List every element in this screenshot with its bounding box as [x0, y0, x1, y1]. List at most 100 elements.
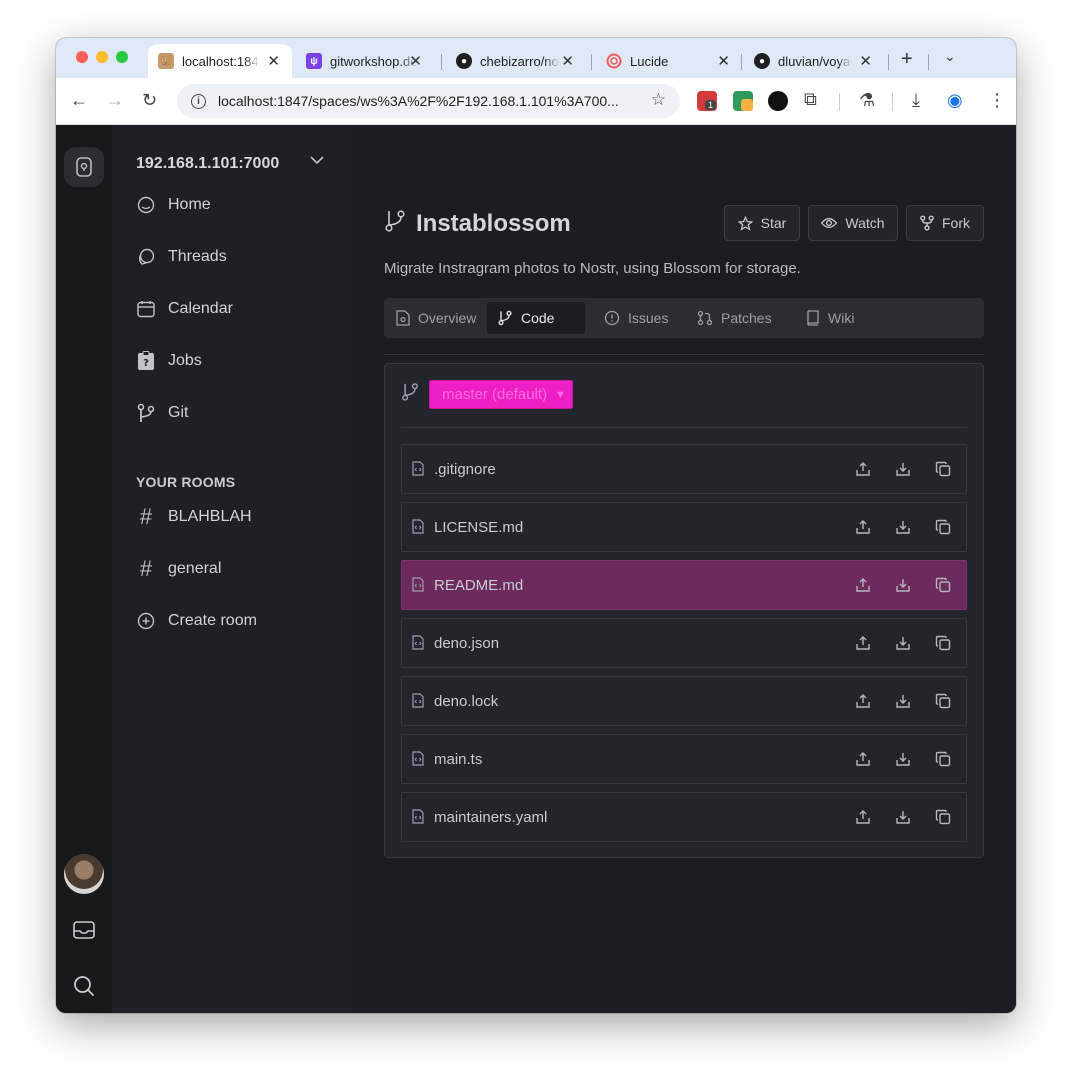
file-actions — [854, 576, 952, 594]
file-name[interactable]: main.ts — [434, 751, 482, 768]
create-room-button[interactable]: Create room — [136, 607, 257, 635]
tab-issues[interactable]: Issues — [594, 302, 678, 334]
browser-tab-2[interactable]: ψ gitworkshop.dev ✕ — [296, 44, 434, 78]
file-name[interactable]: .gitignore — [434, 461, 496, 478]
extensions-puzzle-icon[interactable]: ⧉ — [804, 89, 817, 110]
share-icon[interactable] — [854, 692, 872, 710]
chevron-down-icon[interactable] — [310, 151, 324, 167]
forward-arrow-icon[interactable]: → — [106, 90, 124, 111]
maximize-window-button[interactable] — [116, 51, 128, 63]
labs-flask-icon[interactable]: ⚗ — [859, 90, 875, 111]
room-item-general[interactable]: # general — [136, 555, 222, 583]
home-icon — [136, 195, 156, 215]
nav-item-threads[interactable]: Threads — [136, 243, 227, 271]
github-favicon-icon: ● — [456, 53, 472, 69]
close-tab-icon[interactable]: ✕ — [561, 52, 574, 70]
file-row[interactable]: main.ts — [401, 734, 967, 784]
profile-icon[interactable]: ◉ — [947, 90, 963, 111]
download-icon[interactable] — [894, 692, 912, 710]
file-row[interactable]: maintainers.yaml — [401, 792, 967, 842]
nav-item-jobs[interactable]: ? Jobs — [136, 347, 202, 375]
close-window-button[interactable] — [76, 51, 88, 63]
fork-label: Fork — [942, 215, 970, 231]
copy-icon[interactable] — [934, 750, 952, 768]
space-lock-icon[interactable] — [64, 147, 104, 187]
browser-tab-1[interactable]: 🐒 localhost:1847 ✕ — [148, 44, 292, 78]
star-button[interactable]: Star — [724, 205, 800, 241]
search-icon[interactable] — [64, 966, 104, 1006]
copy-icon[interactable] — [934, 692, 952, 710]
file-name[interactable]: README.md — [434, 577, 523, 594]
nav-item-git[interactable]: Git — [136, 399, 188, 427]
server-name[interactable]: 192.168.1.101:7000 — [136, 155, 279, 173]
close-tab-icon[interactable]: ✕ — [717, 52, 730, 70]
share-icon[interactable] — [854, 808, 872, 826]
git-branch-icon — [498, 310, 512, 326]
tab-code[interactable]: Code — [487, 302, 585, 334]
extension-black-icon[interactable] — [768, 91, 788, 111]
user-avatar[interactable] — [64, 854, 104, 894]
tab-wiki[interactable]: Wiki — [796, 302, 864, 334]
branch-selector-row: master (default) ▼ — [401, 380, 573, 409]
copy-icon[interactable] — [934, 460, 952, 478]
file-row[interactable]: README.md — [401, 560, 967, 610]
rooms-heading: YOUR ROOMS — [136, 474, 236, 490]
file-name[interactable]: maintainers.yaml — [434, 809, 547, 826]
nav-item-home[interactable]: Home — [136, 191, 211, 219]
browser-tab-5[interactable]: ● dluvian/voyage ✕ — [744, 44, 884, 78]
download-icon[interactable] — [894, 750, 912, 768]
copy-icon[interactable] — [934, 518, 952, 536]
share-icon[interactable] — [854, 576, 872, 594]
extension-green-icon[interactable] — [733, 91, 753, 111]
tab-search-chevron-icon[interactable]: ⌄ — [944, 48, 956, 65]
room-item-blahblah[interactable]: # BLAHBLAH — [136, 503, 252, 531]
download-icon[interactable] — [894, 808, 912, 826]
file-row[interactable]: LICENSE.md — [401, 502, 967, 552]
download-icon[interactable] — [894, 576, 912, 594]
close-tab-icon[interactable]: ✕ — [409, 52, 422, 70]
extension-red-icon[interactable]: 1 — [697, 91, 717, 111]
file-row[interactable]: .gitignore — [401, 444, 967, 494]
address-bar[interactable]: i localhost:1847/spaces/ws%3A%2F%2F192.1… — [177, 84, 680, 118]
back-arrow-icon[interactable]: ← — [70, 90, 88, 111]
browser-menu-icon[interactable]: ⋮ — [988, 90, 1006, 111]
fork-button[interactable]: Fork — [906, 205, 984, 241]
download-icon[interactable]: ⤓ — [912, 90, 920, 111]
bookmark-star-icon[interactable]: ☆ — [651, 90, 666, 110]
browser-tab-3[interactable]: ● chebizarro/nostr ✕ — [446, 44, 586, 78]
reload-icon[interactable]: ↻ — [142, 90, 157, 111]
file-name[interactable]: deno.lock — [434, 693, 498, 710]
minimize-window-button[interactable] — [96, 51, 108, 63]
share-icon[interactable] — [854, 460, 872, 478]
copy-icon[interactable] — [934, 576, 952, 594]
new-tab-icon[interactable]: + — [901, 48, 913, 71]
download-icon[interactable] — [894, 460, 912, 478]
file-name[interactable]: LICENSE.md — [434, 519, 523, 536]
copy-icon[interactable] — [934, 808, 952, 826]
download-icon[interactable] — [894, 518, 912, 536]
share-icon[interactable] — [854, 634, 872, 652]
tab-overview[interactable]: Overview — [386, 302, 486, 334]
browser-window: 🐒 localhost:1847 ✕ ψ gitworkshop.dev ✕ ●… — [56, 38, 1016, 1013]
inbox-mail-icon[interactable] — [64, 910, 104, 950]
watch-button[interactable]: Watch — [808, 205, 898, 241]
tab-patches[interactable]: Patches — [687, 302, 782, 334]
file-row[interactable]: deno.lock — [401, 676, 967, 726]
monkey-favicon-icon: 🐒 — [158, 53, 174, 69]
clipboard-icon: ? — [136, 351, 156, 371]
close-tab-icon[interactable]: ✕ — [267, 52, 280, 70]
star-icon — [737, 215, 753, 231]
branch-select[interactable]: master (default) ▼ — [429, 380, 573, 409]
close-tab-icon[interactable]: ✕ — [859, 52, 872, 70]
share-icon[interactable] — [854, 750, 872, 768]
url-text[interactable]: localhost:1847/spaces/ws%3A%2F%2F192.168… — [218, 93, 648, 109]
share-icon[interactable] — [854, 518, 872, 536]
site-info-icon[interactable]: i — [191, 93, 206, 109]
browser-tab-4[interactable]: Lucide ✕ — [596, 44, 742, 78]
download-icon[interactable] — [894, 634, 912, 652]
nav-item-calendar[interactable]: Calendar — [136, 295, 233, 323]
copy-icon[interactable] — [934, 634, 952, 652]
file-row[interactable]: deno.json — [401, 618, 967, 668]
tab-title: chebizarro/nostr — [480, 53, 560, 69]
file-name[interactable]: deno.json — [434, 635, 499, 652]
